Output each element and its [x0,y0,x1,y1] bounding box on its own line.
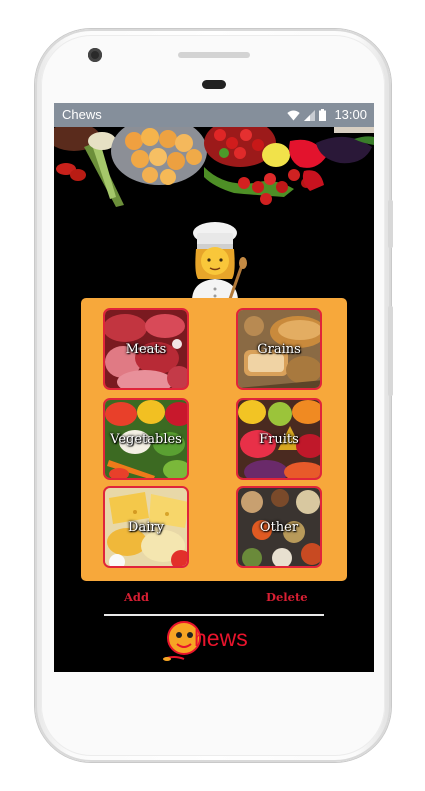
logo-text: hews [194,625,248,651]
food-banner-image [54,127,374,215]
category-tile-meats[interactable]: Meats [103,308,189,390]
category-tile-vegetables[interactable]: Vegetables [103,398,189,480]
category-tile-other[interactable]: Other [236,486,322,568]
signal-icon [304,109,315,121]
action-bar: Add Delete [54,588,374,608]
chef-emoji-icon [192,222,247,301]
category-tile-grains[interactable]: Grains [236,308,322,390]
power-button[interactable] [388,200,393,248]
delete-button[interactable]: Delete [266,590,308,604]
battery-icon [319,109,326,121]
category-label: Fruits [259,432,299,447]
category-label: Grains [257,342,301,357]
earpiece-speaker [178,52,250,58]
proximity-sensor [202,80,226,89]
app-title: Chews [62,107,102,122]
category-label: Dairy [128,520,164,535]
category-label: Other [259,520,299,535]
chews-logo: hews [162,619,272,665]
front-camera [88,48,102,62]
add-button[interactable]: Add [124,590,149,604]
volume-button[interactable] [388,306,393,396]
status-bar: Chews 13:00 [54,103,374,127]
category-label: Vegetables [110,432,182,447]
category-panel: Meats Grains Vegetables Fruits Dairy Oth… [81,298,347,581]
category-label: Meats [125,342,167,357]
category-tile-fruits[interactable]: Fruits [236,398,322,480]
wifi-icon [287,110,300,120]
divider [104,614,324,616]
status-icons [287,109,326,121]
category-tile-dairy[interactable]: Dairy [103,486,189,568]
clock: 13:00 [334,107,367,122]
app-screen: Chews 13:00 Meats Grains Vegetables Frui… [54,103,374,672]
